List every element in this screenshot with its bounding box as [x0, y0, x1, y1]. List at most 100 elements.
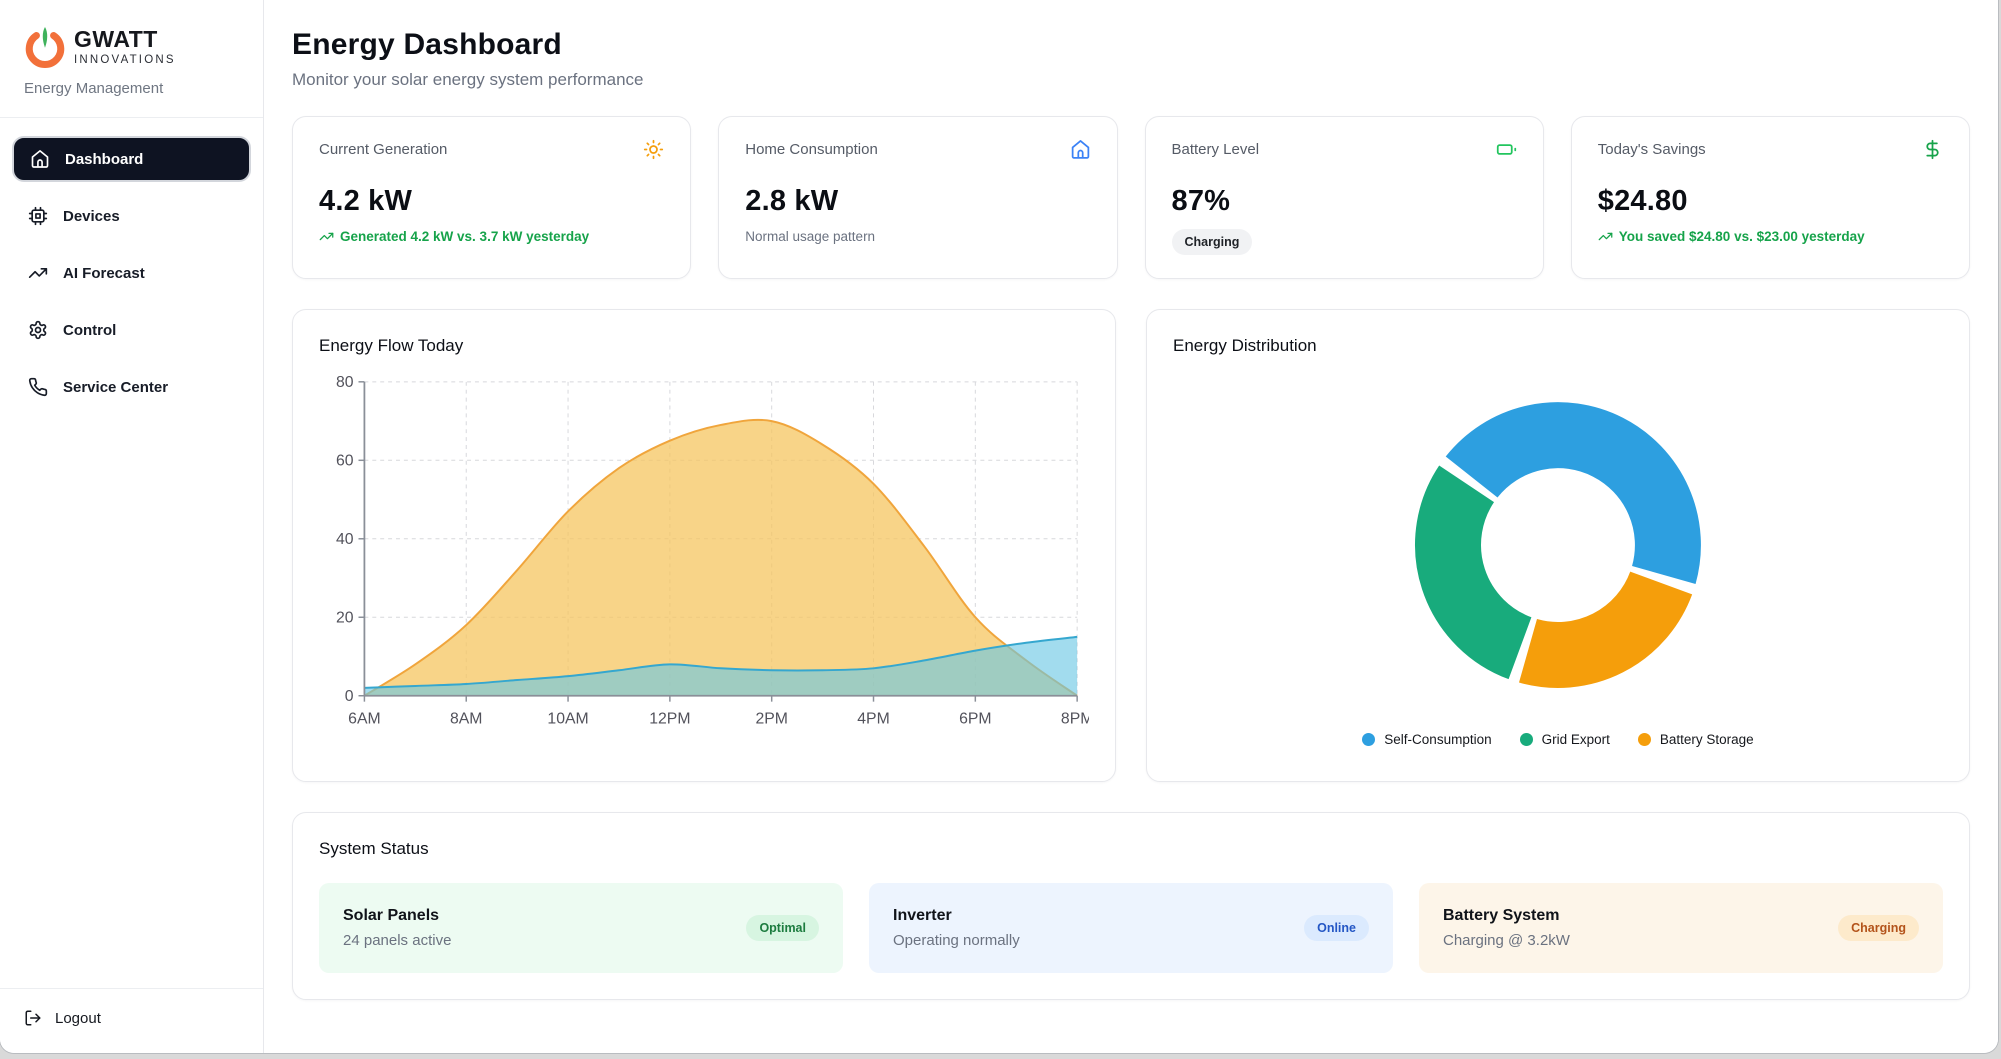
status-tile-inverter: Inverter Operating normally Online — [869, 883, 1393, 973]
app-window: GWATT INNOVATIONS Energy Management Dash… — [0, 0, 1998, 1053]
sidebar-item-label: Dashboard — [65, 151, 143, 168]
legend-item-battery-storage: Battery Storage — [1638, 732, 1754, 747]
sidebar-item-ai-forecast[interactable]: AI Forecast — [12, 250, 251, 296]
status-badge: Charging — [1172, 229, 1253, 255]
stat-sub-text: Normal usage pattern — [745, 229, 1090, 244]
svg-text:80: 80 — [336, 374, 354, 391]
stat-label: Today's Savings — [1598, 141, 1706, 158]
legend-label: Grid Export — [1542, 732, 1610, 747]
stat-icon-wrap — [1070, 139, 1091, 160]
legend-dot — [1638, 733, 1651, 746]
donut-segment-grid-export — [1448, 484, 1520, 648]
svg-text:6PM: 6PM — [959, 710, 991, 727]
donut-segment-self-consumption — [1472, 435, 1668, 575]
trending-up-icon — [1598, 229, 1613, 244]
stat-card-today-s-savings: Today's Savings$24.80You saved $24.80 vs… — [1571, 116, 1970, 279]
energy-flow-chart: 0204060806AM8AM10AM12PM2PM4PM6PM8PM — [319, 368, 1089, 755]
sidebar-item-dashboard[interactable]: Dashboard — [12, 136, 251, 182]
status-tile-detail: Charging @ 3.2kW — [1443, 932, 1570, 949]
sidebar-item-service-center[interactable]: Service Center — [12, 364, 251, 410]
donut-legend: Self-Consumption Grid Export Battery Stora… — [1173, 726, 1943, 755]
stat-icon-wrap — [1496, 139, 1517, 160]
svg-text:40: 40 — [336, 531, 354, 548]
logout-button[interactable]: Logout — [24, 1009, 101, 1027]
home-icon — [1070, 139, 1091, 160]
chip-icon — [28, 206, 48, 226]
sidebar-item-label: Control — [63, 322, 116, 339]
sidebar-item-label: AI Forecast — [63, 265, 145, 282]
donut-segment-battery-storage — [1528, 583, 1661, 655]
energy-flow-title: Energy Flow Today — [319, 336, 1089, 356]
status-tile-battery-system: Battery System Charging @ 3.2kW Charging — [1419, 883, 1943, 973]
legend-dot — [1362, 733, 1375, 746]
charts-row: Energy Flow Today 0204060806AM8AM10AM12P… — [292, 309, 1970, 782]
stat-cards-row: Current Generation4.2 kWGenerated 4.2 kW… — [292, 116, 1970, 279]
energy-distribution-title: Energy Distribution — [1173, 336, 1943, 356]
page-subtitle: Monitor your solar energy system perform… — [292, 70, 1970, 90]
stat-value: 87% — [1172, 185, 1517, 218]
stat-card-current-generation: Current Generation4.2 kWGenerated 4.2 kW… — [292, 116, 691, 279]
energy-distribution-donut — [1412, 399, 1704, 691]
phone-icon — [28, 377, 48, 397]
svg-text:6AM: 6AM — [348, 710, 380, 727]
trending-up-icon — [319, 229, 334, 244]
svg-text:8AM: 8AM — [450, 710, 482, 727]
donut-wrap — [1173, 356, 1943, 726]
stat-badge-row: Charging — [1172, 229, 1517, 255]
sidebar-nav: Dashboard Devices AI Forecast Control Servic… — [0, 118, 263, 428]
status-tile-name: Battery System — [1443, 907, 1570, 925]
legend-label: Battery Storage — [1660, 732, 1754, 747]
status-tile-name: Solar Panels — [343, 907, 451, 925]
logout-label: Logout — [55, 1010, 101, 1027]
brand-name: GWATT — [74, 28, 176, 51]
stat-value: $24.80 — [1598, 185, 1943, 218]
battery-icon — [1496, 139, 1517, 160]
brand-tagline: Energy Management — [24, 80, 239, 97]
legend-item-self-consumption: Self-Consumption — [1362, 732, 1491, 747]
sidebar-item-control[interactable]: Control — [12, 307, 251, 353]
svg-text:0: 0 — [345, 688, 354, 705]
status-tile-badge: Optimal — [746, 915, 819, 941]
sun-icon — [643, 139, 664, 160]
stat-label: Home Consumption — [745, 141, 878, 158]
sidebar-footer: Logout — [0, 988, 263, 1053]
status-tile-name: Inverter — [893, 907, 1020, 925]
status-tile-badge: Charging — [1838, 915, 1919, 941]
sidebar-item-devices[interactable]: Devices — [12, 193, 251, 239]
status-tile-detail: Operating normally — [893, 932, 1020, 949]
energy-flow-card: Energy Flow Today 0204060806AM8AM10AM12P… — [292, 309, 1116, 782]
stat-trend-text: Generated 4.2 kW vs. 3.7 kW yesterday — [319, 229, 664, 244]
brand-block: GWATT INNOVATIONS Energy Management — [0, 0, 263, 118]
stat-label: Battery Level — [1172, 141, 1260, 158]
gear-icon — [28, 320, 48, 340]
stat-card-battery-level: Battery Level 87% Charging — [1145, 116, 1544, 279]
gwatt-logo-icon — [24, 26, 66, 68]
energy-distribution-card: Energy Distribution Self-Consumption Grid… — [1146, 309, 1970, 782]
stat-icon-wrap — [1922, 139, 1943, 160]
system-status-grid: Solar Panels 24 panels active Optimal Inver… — [319, 883, 1943, 973]
trending-up-icon — [28, 263, 48, 283]
legend-dot — [1520, 733, 1533, 746]
sidebar-item-label: Devices — [63, 208, 120, 225]
system-status-title: System Status — [319, 839, 1943, 859]
legend-label: Self-Consumption — [1384, 732, 1491, 747]
svg-text:8PM: 8PM — [1061, 710, 1089, 727]
energy-dashboard-page: GWATT INNOVATIONS Energy Management Dash… — [0, 0, 2001, 1059]
status-tile-solar-panels: Solar Panels 24 panels active Optimal — [319, 883, 843, 973]
sidebar-item-label: Service Center — [63, 379, 168, 396]
status-tile-badge: Online — [1304, 915, 1369, 941]
status-tile-detail: 24 panels active — [343, 932, 451, 949]
stat-card-home-consumption: Home Consumption 2.8 kW Normal usage patte… — [718, 116, 1117, 279]
svg-text:60: 60 — [336, 453, 354, 470]
svg-text:10AM: 10AM — [547, 710, 588, 727]
logout-icon — [24, 1009, 42, 1027]
legend-item-grid-export: Grid Export — [1520, 732, 1610, 747]
stat-value: 2.8 kW — [745, 185, 1090, 218]
brand-subname: INNOVATIONS — [74, 54, 176, 66]
stat-icon-wrap — [643, 139, 664, 160]
main-content: Energy Dashboard Monitor your solar ener… — [264, 0, 1998, 1053]
svg-text:4PM: 4PM — [857, 710, 889, 727]
stat-label: Current Generation — [319, 141, 447, 158]
sidebar: GWATT INNOVATIONS Energy Management Dash… — [0, 0, 264, 1053]
dollar-icon — [1922, 139, 1943, 160]
